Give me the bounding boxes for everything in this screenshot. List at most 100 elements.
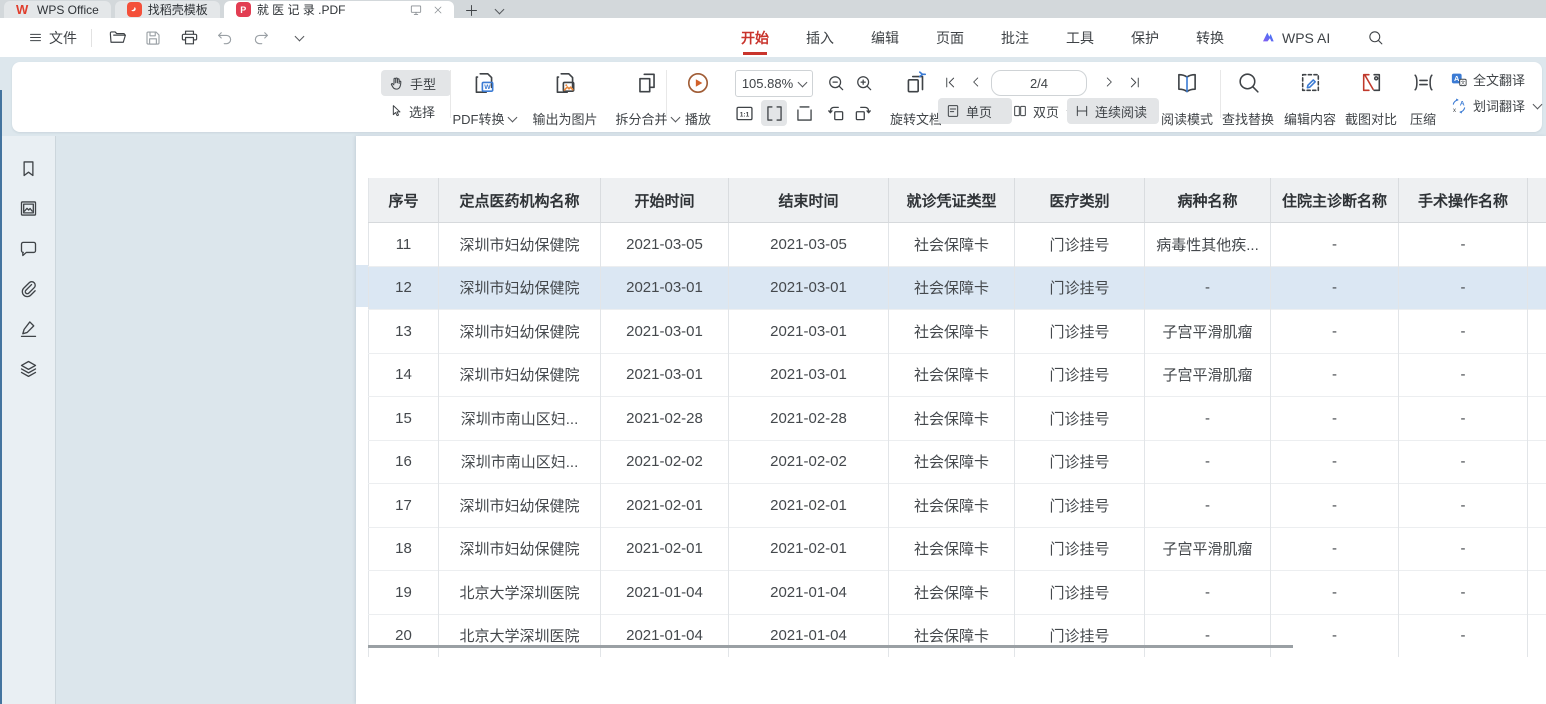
table-cell: - bbox=[1271, 353, 1399, 397]
undo-button[interactable] bbox=[214, 27, 236, 49]
print-button[interactable] bbox=[178, 27, 200, 49]
table-cell: 2021-02-28 bbox=[601, 397, 729, 441]
table-cell: 2021-01-04 bbox=[601, 571, 729, 615]
svg-text:文: 文 bbox=[1461, 79, 1466, 86]
table-cell: 深圳市妇幼保健院 bbox=[439, 223, 601, 267]
menu-wps-ai[interactable]: WPS AI bbox=[1255, 18, 1336, 57]
menu-insert[interactable]: 插入 bbox=[800, 18, 840, 57]
table-bottom-border bbox=[368, 645, 1293, 648]
table-cell: 北京大学深圳医院 bbox=[439, 571, 601, 615]
fit-width-button[interactable] bbox=[761, 100, 787, 126]
redo-button[interactable] bbox=[250, 27, 272, 49]
menu-edit[interactable]: 编辑 bbox=[865, 18, 905, 57]
actual-size-button[interactable]: 1:1 bbox=[731, 100, 757, 126]
menu-convert[interactable]: 转换 bbox=[1190, 18, 1230, 57]
rotate-document-icon bbox=[903, 70, 929, 96]
paperclip-icon bbox=[18, 278, 39, 299]
file-menu-button[interactable]: 文件 bbox=[28, 28, 77, 48]
table-cell: 门诊挂号 bbox=[1015, 223, 1145, 267]
table-cell: 2021-02-02 bbox=[729, 440, 889, 484]
menu-home[interactable]: 开始 bbox=[735, 18, 775, 57]
table-row: 14深圳市妇幼保健院2021-03-012021-03-01社会保障卡门诊挂号子… bbox=[369, 353, 1546, 397]
table-row: 18深圳市妇幼保健院2021-02-012021-02-01社会保障卡门诊挂号子… bbox=[369, 527, 1546, 571]
table-cell: 子宫平滑肌瘤 bbox=[1145, 310, 1271, 354]
tab-docer-templates[interactable]: 找稻壳模板 bbox=[115, 1, 220, 18]
table-cell: 13 bbox=[369, 310, 439, 354]
table-cell: 2021-02-28 bbox=[729, 397, 889, 441]
document-canvas: 序号定点医药机构名称开始时间结束时间就诊凭证类型医疗类别病种名称住院主诊断名称手… bbox=[56, 136, 1546, 704]
search-icon bbox=[1367, 29, 1384, 46]
table-cell: 2021-02-01 bbox=[729, 484, 889, 528]
open-file-button[interactable] bbox=[106, 27, 128, 49]
close-tab-icon[interactable] bbox=[430, 2, 446, 18]
table-cell: - bbox=[1271, 484, 1399, 528]
table-cell: 门诊挂号 bbox=[1015, 266, 1145, 310]
compress-button[interactable]: 压缩 bbox=[1395, 68, 1451, 130]
last-page-button[interactable] bbox=[1125, 72, 1143, 92]
new-tab-button[interactable] bbox=[464, 2, 480, 18]
play-button[interactable]: 播放 bbox=[668, 68, 728, 130]
zoom-level-select[interactable]: 105.88% bbox=[735, 70, 813, 97]
table-cell: - bbox=[1399, 614, 1528, 657]
table-cell: 子宫平滑肌瘤 bbox=[1145, 353, 1271, 397]
page-indicator-input[interactable]: 2/4 bbox=[991, 70, 1087, 96]
table-cell: 2021-03-01 bbox=[601, 266, 729, 310]
continuous-read-button[interactable]: 连续阅读 bbox=[1067, 98, 1159, 124]
single-page-button[interactable]: 单页 bbox=[938, 98, 1012, 124]
table-cell: 2021-03-01 bbox=[601, 310, 729, 354]
full-translate-button[interactable]: A文 全文翻译 bbox=[1450, 70, 1541, 89]
column-header: 病种名称 bbox=[1145, 178, 1271, 223]
table-cell: 门诊挂号 bbox=[1015, 527, 1145, 571]
table-cell: 门诊挂号 bbox=[1015, 397, 1145, 441]
previous-page-button[interactable] bbox=[967, 72, 985, 92]
monitor-icon[interactable] bbox=[408, 2, 424, 18]
table-cell: 2021-01-04 bbox=[729, 571, 889, 615]
table-cell: 门诊挂号 bbox=[1015, 353, 1145, 397]
menu-search-button[interactable] bbox=[1361, 18, 1390, 57]
table-row: 19北京大学深圳医院2021-01-042021-01-04社会保障卡门诊挂号-… bbox=[369, 571, 1546, 615]
tab-wps-office[interactable]: W WPS Office bbox=[4, 1, 111, 18]
table-cell: 深圳市妇幼保健院 bbox=[439, 484, 601, 528]
table-cell: - bbox=[1271, 397, 1399, 441]
zoom-out-icon bbox=[826, 73, 846, 93]
table-cell: 20 bbox=[369, 614, 439, 657]
signature-panel-button[interactable] bbox=[16, 316, 40, 340]
first-page-button[interactable] bbox=[941, 72, 959, 92]
zoom-out-button[interactable] bbox=[823, 70, 849, 96]
next-page-button[interactable] bbox=[1100, 72, 1118, 92]
menu-tools[interactable]: 工具 bbox=[1060, 18, 1100, 57]
fit-page-button[interactable] bbox=[791, 100, 817, 126]
thumbnails-panel-button[interactable] bbox=[16, 196, 40, 220]
rotate-left-button[interactable] bbox=[823, 100, 849, 126]
export-image-button[interactable]: 输出为图片 bbox=[517, 68, 613, 130]
table-row: 17深圳市妇幼保健院2021-02-012021-02-01社会保障卡门诊挂号-… bbox=[369, 484, 1546, 528]
table-cell-partial bbox=[1528, 223, 1546, 267]
menu-comment[interactable]: 批注 bbox=[995, 18, 1035, 57]
table-row: 12深圳市妇幼保健院2021-03-012021-03-01社会保障卡门诊挂号-… bbox=[369, 266, 1546, 310]
table-row: 20北京大学深圳医院2021-01-042021-01-04社会保障卡门诊挂号-… bbox=[369, 614, 1546, 657]
table-cell: 2021-02-01 bbox=[601, 484, 729, 528]
continuous-read-icon bbox=[1074, 103, 1090, 119]
full-translate-icon: A文 bbox=[1450, 71, 1468, 89]
layers-panel-button[interactable] bbox=[16, 356, 40, 380]
tab-list-chevron-icon[interactable] bbox=[490, 2, 506, 18]
pdf-convert-button[interactable]: W PDF转换 bbox=[441, 68, 527, 130]
comments-panel-button[interactable] bbox=[16, 236, 40, 260]
word-translate-button[interactable]: xA 划词翻译 bbox=[1450, 96, 1541, 115]
bookmarks-panel-button[interactable] bbox=[16, 156, 40, 180]
menu-protect[interactable]: 保护 bbox=[1125, 18, 1165, 57]
save-button[interactable] bbox=[142, 27, 164, 49]
table-cell: 2021-02-01 bbox=[729, 527, 889, 571]
fit-width-icon bbox=[764, 103, 785, 124]
chevron-down-icon bbox=[1533, 100, 1543, 110]
tab-document[interactable]: P 就 医 记 录 .PDF bbox=[224, 1, 454, 18]
svg-text:A: A bbox=[1460, 100, 1465, 107]
column-header: 就诊凭证类型 bbox=[889, 178, 1015, 223]
table-cell: - bbox=[1399, 266, 1528, 310]
table-cell: 深圳市妇幼保健院 bbox=[439, 353, 601, 397]
toolbar-zone: 手型 选择 W PDF转换 输出为图片 拆分合并 播放 bbox=[0, 57, 1546, 136]
menu-page[interactable]: 页面 bbox=[930, 18, 970, 57]
attachments-panel-button[interactable] bbox=[16, 276, 40, 300]
chevron-down-icon bbox=[507, 113, 517, 123]
more-quick-actions-chevron-icon[interactable] bbox=[286, 27, 308, 49]
